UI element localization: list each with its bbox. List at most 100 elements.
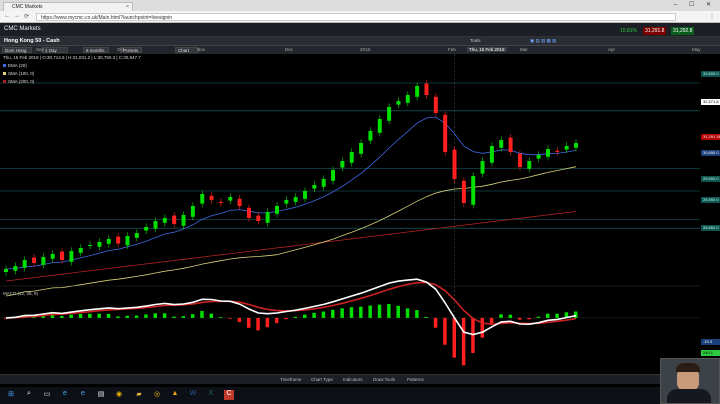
candle-body bbox=[97, 242, 102, 247]
macd-histogram-bar bbox=[545, 313, 550, 318]
candle-body bbox=[153, 221, 158, 229]
macd-histogram-bar bbox=[489, 317, 494, 324]
sma100-line bbox=[5, 166, 577, 297]
macd-histogram-bar bbox=[461, 317, 466, 366]
candle-body bbox=[134, 233, 139, 238]
candle-body bbox=[237, 198, 242, 206]
explorer-icon[interactable]: e bbox=[78, 390, 88, 400]
tab-indicators[interactable]: Indicators bbox=[343, 377, 363, 382]
price-tag-1: 33,500.0 bbox=[701, 71, 720, 77]
price-tag-current: 31,291.38 bbox=[701, 134, 720, 140]
date-label-mar: Mar bbox=[520, 47, 528, 52]
candle-body bbox=[368, 131, 373, 141]
task-view-icon[interactable]: ▭ bbox=[42, 390, 52, 400]
browser-tab-strip: CMC Markets × – ☐ ✕ bbox=[0, 0, 720, 11]
windows-icon[interactable]: ⊞ bbox=[6, 390, 16, 400]
price-chart[interactable] bbox=[0, 54, 720, 378]
macd-histogram-bar bbox=[340, 308, 344, 318]
macd-histogram-bar bbox=[200, 310, 204, 318]
tab-draw-tools[interactable]: Draw Tools bbox=[373, 377, 395, 382]
back-icon[interactable]: ← bbox=[4, 13, 10, 19]
candle-body bbox=[527, 161, 532, 169]
macd-histogram-bar bbox=[443, 317, 447, 345]
macd-line bbox=[5, 278, 577, 336]
date-axis: Sep Oct Nov Dec 2018 Feb Thu, 15 Feb 201… bbox=[0, 46, 720, 54]
store-icon[interactable]: ▤ bbox=[96, 390, 106, 400]
macd-tag-1: -19.3 bbox=[701, 339, 720, 345]
candle-body bbox=[22, 260, 27, 268]
macd-histogram-bar bbox=[293, 316, 298, 318]
quote-buy[interactable]: 31,292.8 bbox=[671, 27, 695, 35]
bottom-tool-tabs: Timeframe Chart Type Indicators Draw Too… bbox=[0, 374, 720, 384]
candle-body bbox=[312, 185, 317, 189]
macd-histogram-bar bbox=[377, 304, 382, 318]
search-icon[interactable]: ⌕ bbox=[24, 390, 34, 400]
macd-histogram-bar bbox=[228, 317, 232, 319]
excel-icon[interactable]: X bbox=[206, 390, 216, 400]
tools-menu[interactable]: Tools bbox=[470, 38, 481, 43]
tab-chart-type[interactable]: Chart Type bbox=[311, 377, 333, 382]
candle-body bbox=[396, 101, 401, 105]
candle-body bbox=[69, 251, 74, 262]
macd-histogram-bar bbox=[246, 317, 251, 328]
legend-ema: EMA (20) bbox=[3, 63, 27, 68]
candle-body bbox=[340, 161, 345, 168]
macd-histogram-bar bbox=[527, 317, 531, 320]
macd-histogram-bar bbox=[60, 316, 64, 318]
macd-histogram-bar bbox=[312, 312, 316, 318]
folder-icon[interactable]: ▰ bbox=[134, 390, 144, 400]
chrome-alt-icon[interactable]: ◎ bbox=[152, 390, 162, 400]
candle-body bbox=[452, 149, 457, 179]
price-tag-6: 28,950.0 bbox=[701, 197, 720, 203]
macd-histogram-bar bbox=[134, 315, 139, 318]
edge-icon[interactable]: e bbox=[60, 390, 70, 400]
macd-histogram-bar bbox=[284, 317, 288, 320]
candle-body bbox=[50, 254, 55, 259]
date-label-apr: Apr bbox=[608, 47, 616, 52]
candle-body bbox=[424, 83, 429, 95]
cmc-icon[interactable]: C bbox=[224, 390, 234, 400]
candle-body bbox=[433, 96, 438, 113]
macd-histogram-bar bbox=[106, 313, 111, 318]
tab-timeframe[interactable]: Timeframe bbox=[280, 377, 301, 382]
macd-histogram-bar bbox=[452, 317, 457, 358]
candle-body bbox=[284, 200, 289, 204]
candle-body bbox=[499, 140, 504, 148]
sma200-line bbox=[5, 211, 577, 282]
chrome-icon[interactable]: ◉ bbox=[114, 390, 124, 400]
vlc-icon[interactable]: ▲ bbox=[170, 390, 180, 400]
price-tag-7: 28,662.0 bbox=[701, 225, 720, 231]
macd-histogram-bar bbox=[471, 317, 475, 353]
candle-body bbox=[41, 257, 46, 265]
menu-icon[interactable]: ⋮ bbox=[709, 13, 715, 20]
chart-area[interactable]: Thu, 15 Feb 2018 | O:30,714.6 | H:31,031… bbox=[0, 54, 720, 378]
url-input[interactable]: https://www.mycmc.co.uk/Main.html?launch… bbox=[36, 13, 676, 21]
candle-body bbox=[517, 153, 522, 167]
date-label-may: May bbox=[692, 47, 701, 52]
instrument-title: Hong Kong 50 - Cash bbox=[4, 38, 60, 44]
macd-histogram-bar bbox=[237, 317, 242, 323]
address-bar: ← → ⟳ https://www.mycmc.co.uk/Main.html?… bbox=[0, 11, 720, 23]
quote-sell[interactable]: 31,291.8 bbox=[643, 27, 667, 35]
candle-body bbox=[387, 107, 392, 121]
layout-icons[interactable]: ▣ ▤ ▥ ▦ ▧ bbox=[530, 38, 556, 44]
candle-body bbox=[181, 215, 186, 226]
candle-body bbox=[331, 170, 336, 181]
candle-body bbox=[125, 236, 130, 246]
word-icon[interactable]: W bbox=[188, 390, 198, 400]
instrument-bar: Hong Kong 50 - Cash Tools ▣ ▤ ▥ ▦ ▧ bbox=[0, 37, 720, 46]
window-controls[interactable]: – ☐ ✕ bbox=[674, 1, 716, 8]
browser-tab[interactable]: CMC Markets × bbox=[3, 2, 133, 11]
app-title: CMC Markets bbox=[4, 26, 41, 32]
tab-patterns[interactable]: Patterns bbox=[407, 377, 424, 382]
candle-body bbox=[303, 191, 308, 199]
macd-histogram-bar bbox=[181, 316, 186, 318]
forward-icon[interactable]: → bbox=[14, 13, 20, 19]
macd-histogram-bar bbox=[69, 314, 73, 318]
macd-histogram-bar bbox=[480, 317, 485, 338]
reload-icon[interactable]: ⟳ bbox=[24, 13, 29, 20]
candle-body bbox=[144, 227, 149, 231]
macd-histogram-bar bbox=[555, 313, 559, 318]
close-icon[interactable]: × bbox=[126, 4, 129, 10]
macd-histogram-bar bbox=[125, 315, 129, 318]
